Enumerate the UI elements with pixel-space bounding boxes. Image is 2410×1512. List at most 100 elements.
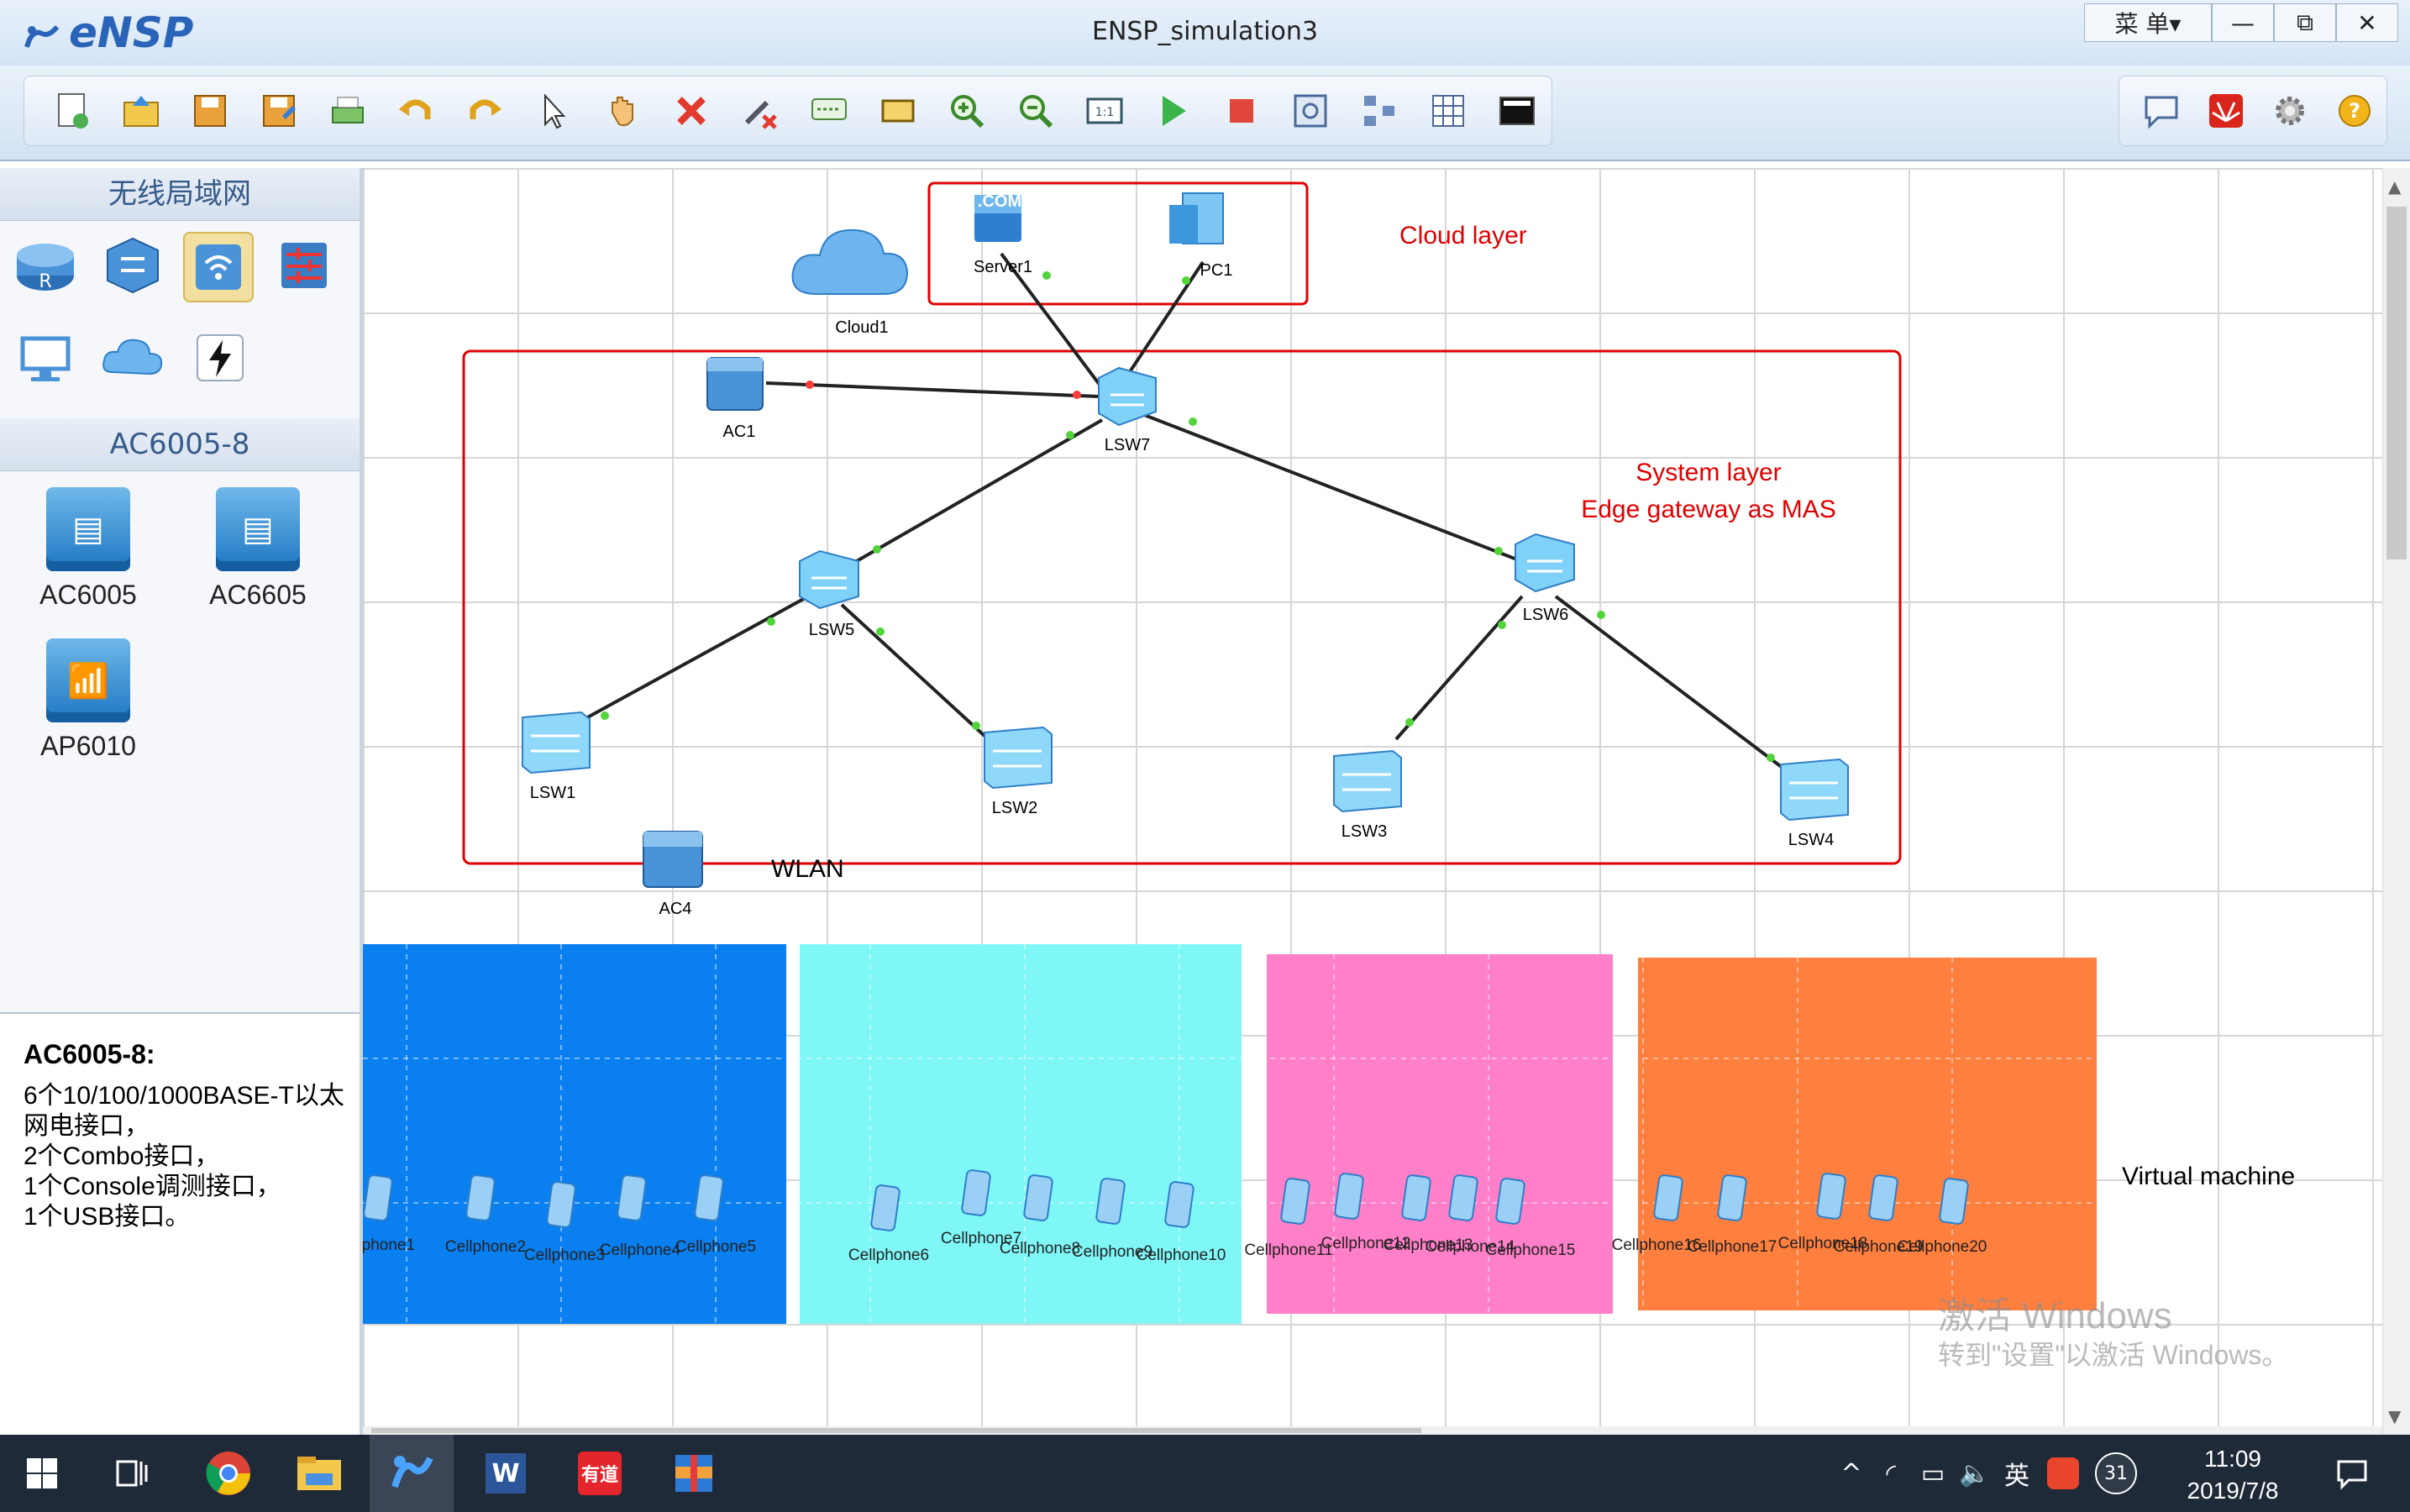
cellphone-icon[interactable] xyxy=(1334,1173,1364,1220)
ime-indicator[interactable]: 英 xyxy=(1996,1455,2038,1492)
capture-data-icon[interactable] xyxy=(1276,86,1345,136)
lsw5-icon[interactable] xyxy=(799,549,859,610)
cellphone-icon[interactable] xyxy=(363,1174,393,1221)
chat-icon[interactable] xyxy=(2129,86,2194,136)
cloud-icon[interactable] xyxy=(99,324,166,391)
model-ac6605[interactable]: ▤ AC6605 xyxy=(186,487,329,611)
task-view-icon[interactable] xyxy=(99,1435,166,1512)
switch-icon[interactable] xyxy=(99,232,166,299)
word-icon[interactable]: W xyxy=(467,1435,544,1512)
menu-button[interactable]: 菜 单▾ xyxy=(2084,3,2212,42)
delete-links-icon[interactable] xyxy=(726,86,795,136)
lsw3-icon[interactable] xyxy=(1333,749,1402,813)
scroll-up-icon[interactable]: ▲ xyxy=(2388,176,2401,197)
fit-window-icon[interactable]: 1:1 xyxy=(1070,86,1139,136)
youdao-icon[interactable]: 有道 xyxy=(561,1435,638,1512)
archive-icon[interactable] xyxy=(655,1435,732,1512)
minimize-button[interactable]: — xyxy=(2212,3,2274,42)
print-icon[interactable] xyxy=(313,86,382,136)
model-ac6005[interactable]: ▤ AC6005 xyxy=(17,487,160,611)
pc1-icon[interactable] xyxy=(1169,192,1224,244)
open-icon[interactable] xyxy=(107,86,176,136)
pc-icon[interactable] xyxy=(12,324,79,391)
huawei-icon[interactable] xyxy=(2194,86,2259,136)
cellphone-icon[interactable] xyxy=(465,1174,496,1221)
firewall-icon[interactable] xyxy=(270,232,338,299)
cellphone-icon[interactable] xyxy=(694,1174,724,1221)
cellphone-icon[interactable] xyxy=(617,1174,647,1221)
link-lsw5-lsw2[interactable] xyxy=(840,603,986,738)
volume-icon[interactable]: 🔈 xyxy=(1954,1459,1996,1488)
zoom-in-icon[interactable] xyxy=(932,86,1001,136)
new-topology-icon[interactable] xyxy=(38,86,107,136)
link-ac1-lsw7[interactable] xyxy=(765,381,1100,398)
wireless-icon[interactable] xyxy=(183,232,254,302)
link-pc1-lsw7[interactable] xyxy=(1117,260,1205,390)
start-device-icon[interactable] xyxy=(1139,86,1208,136)
windows-start-icon[interactable] xyxy=(8,1435,76,1512)
cellphone-icon[interactable] xyxy=(1401,1174,1431,1221)
cellphone-icon[interactable] xyxy=(1717,1174,1747,1221)
select-pointer-icon[interactable] xyxy=(519,86,588,136)
maximize-button[interactable]: ⧉ xyxy=(2274,3,2336,42)
ensp-icon[interactable] xyxy=(370,1435,454,1512)
chrome-icon[interactable] xyxy=(192,1435,265,1512)
grid-icon[interactable] xyxy=(1414,86,1483,136)
lsw4-icon[interactable] xyxy=(1780,758,1849,822)
wifi-icon[interactable]: ◜ xyxy=(1870,1459,1912,1488)
stop-device-icon[interactable] xyxy=(1207,86,1276,136)
clock[interactable]: 11:09 2019/7/8 xyxy=(2174,1443,2292,1507)
cellphone-icon[interactable] xyxy=(1653,1174,1683,1221)
close-button[interactable]: ✕ xyxy=(2336,3,2398,42)
battery-icon[interactable]: ▭ xyxy=(1912,1459,1954,1488)
cloud1-icon[interactable] xyxy=(791,228,909,295)
rectangle-shape-icon[interactable] xyxy=(864,86,932,136)
notification-icon[interactable] xyxy=(2318,1435,2386,1512)
link-lsw6-lsw3[interactable] xyxy=(1394,595,1524,741)
cellphone-icon[interactable] xyxy=(1939,1178,1969,1225)
scroll-thumb[interactable] xyxy=(371,1428,1421,1433)
calendar-badge-icon[interactable]: 31 xyxy=(2088,1452,2144,1494)
undo-icon[interactable] xyxy=(382,86,451,136)
cellphone-icon[interactable] xyxy=(1280,1178,1310,1225)
model-ap6010[interactable]: 📶 AP6010 xyxy=(17,638,160,762)
sogou-icon[interactable] xyxy=(2038,1457,2088,1489)
cellphone-icon[interactable] xyxy=(1095,1178,1126,1225)
vertical-scrollbar[interactable]: ▲ ▼ xyxy=(2382,168,2410,1435)
chevron-up-icon[interactable]: ^ xyxy=(1833,1459,1870,1488)
lsw6-icon[interactable] xyxy=(1515,533,1575,593)
power-icon[interactable] xyxy=(186,324,254,391)
link-lsw6-lsw4[interactable] xyxy=(1554,595,1784,769)
horizontal-scrollbar[interactable] xyxy=(363,1426,2382,1435)
zoom-out-icon[interactable] xyxy=(1001,86,1070,136)
router-icon[interactable]: R xyxy=(12,232,79,299)
link-lsw7-lsw6[interactable] xyxy=(1135,410,1526,564)
delete-icon[interactable] xyxy=(657,86,726,136)
save-as-icon[interactable] xyxy=(244,86,313,136)
text-note-icon[interactable] xyxy=(795,86,864,136)
help-icon[interactable]: ? xyxy=(2323,86,2387,136)
save-icon[interactable] xyxy=(176,86,244,136)
scroll-down-icon[interactable]: ▼ xyxy=(2388,1406,2401,1426)
topology-view-icon[interactable] xyxy=(1345,86,1414,136)
hand-pan-icon[interactable] xyxy=(588,86,657,136)
topology-canvas[interactable]: .COM Server1 PC1 Cloud1 AC1 LSW7 LSW5 LS… xyxy=(363,168,2382,1435)
ac1-icon[interactable] xyxy=(706,357,764,411)
redo-icon[interactable] xyxy=(450,86,519,136)
console-icon[interactable] xyxy=(1483,86,1552,136)
cellphone-icon[interactable] xyxy=(1023,1174,1053,1221)
cellphone-icon[interactable] xyxy=(1816,1173,1846,1220)
cellphone-icon[interactable] xyxy=(1495,1178,1525,1225)
cellphone-icon[interactable] xyxy=(1868,1174,1898,1221)
ac4-icon[interactable] xyxy=(643,831,703,888)
scroll-thumb[interactable] xyxy=(2386,207,2407,559)
cellphone-icon[interactable] xyxy=(1164,1181,1194,1228)
cellphone-icon[interactable] xyxy=(1448,1174,1478,1221)
settings-icon[interactable] xyxy=(2258,86,2323,136)
file-explorer-icon[interactable] xyxy=(282,1435,356,1512)
cellphone-icon[interactable] xyxy=(961,1169,991,1216)
lsw2-icon[interactable] xyxy=(984,726,1053,790)
cellphone-icon[interactable] xyxy=(870,1184,900,1231)
cellphone-icon[interactable] xyxy=(546,1181,576,1228)
lsw1-icon[interactable] xyxy=(522,711,591,774)
